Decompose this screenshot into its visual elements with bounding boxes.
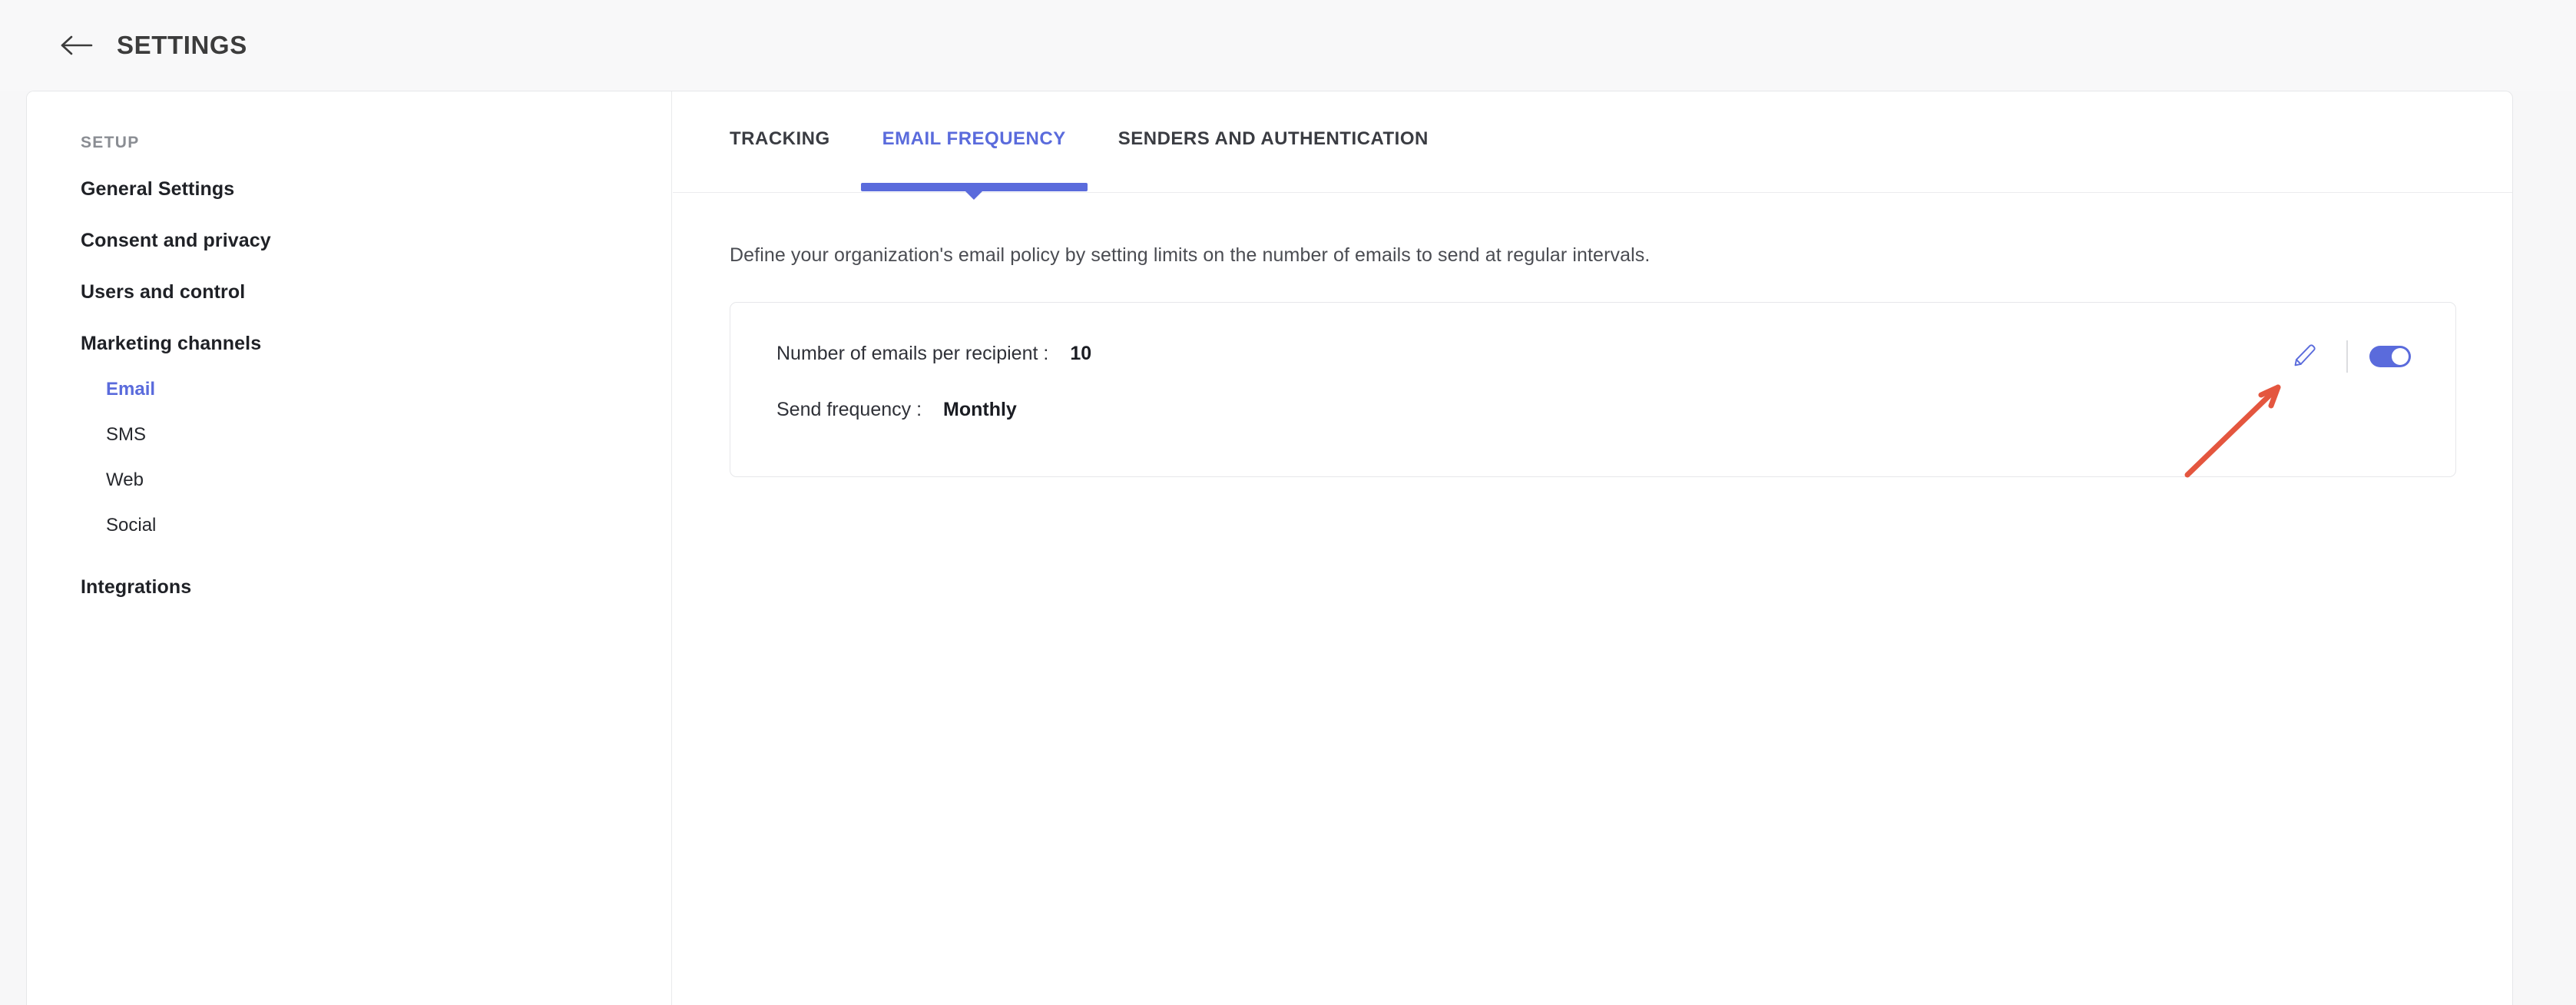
content-panel: SETUP General Settings Consent and priva… (26, 91, 2513, 1005)
email-frequency-card: Number of emails per recipient : 10 Send… (730, 302, 2456, 477)
policy-row-label: Send frequency : (776, 399, 922, 420)
sidebar-item-social[interactable]: Social (27, 508, 671, 542)
tab-label: EMAIL FREQUENCY (882, 128, 1066, 149)
controls-divider (2346, 340, 2348, 373)
page-title: SETTINGS (117, 31, 247, 59)
sidebar-item-label: Integrations (81, 576, 192, 598)
sidebar-item-label: Consent and privacy (81, 230, 271, 251)
tab-email-frequency[interactable]: EMAIL FREQUENCY (860, 128, 1088, 200)
tab-tracking[interactable]: TRACKING (730, 128, 830, 187)
sidebar-item-consent-and-privacy[interactable]: Consent and privacy (27, 224, 671, 258)
policy-row-value: 10 (1070, 343, 1092, 364)
policy-card-controls (2286, 338, 2411, 375)
sidebar-item-integrations[interactable]: Integrations (27, 570, 671, 605)
sidebar-subitem-label: Email (106, 378, 156, 400)
sidebar-item-label: Users and control (81, 281, 246, 303)
sidebar-item-general-settings[interactable]: General Settings (27, 172, 671, 207)
tab-label: SENDERS AND AUTHENTICATION (1117, 128, 1429, 149)
tab-bar: TRACKING EMAIL FREQUENCY SENDERS AND AUT… (673, 91, 2512, 200)
policy-description: Define your organization's email policy … (730, 244, 1651, 266)
settings-content: TRACKING EMAIL FREQUENCY SENDERS AND AUT… (673, 91, 2512, 1005)
toggle-knob (2392, 348, 2409, 365)
arrow-left-icon (60, 34, 94, 57)
sidebar-item-web[interactable]: Web (27, 463, 671, 497)
pencil-edit-icon (2292, 342, 2318, 372)
sidebar-subitem-label: Web (106, 469, 144, 490)
sidebar-item-marketing-channels[interactable]: Marketing channels (27, 327, 671, 361)
sidebar-subitem-label: Social (106, 514, 157, 536)
sidebar-item-email[interactable]: Email (27, 372, 671, 406)
page-header: SETTINGS (0, 0, 2576, 91)
sidebar-section-label: SETUP (81, 134, 140, 151)
policy-row-emails-per-recipient: Number of emails per recipient : 10 (776, 343, 1091, 371)
email-frequency-toggle[interactable] (2369, 346, 2411, 367)
edit-policy-button[interactable] (2286, 338, 2323, 375)
settings-page: SETTINGS SETUP General Settings Consent … (0, 0, 2576, 1005)
policy-row-value: Monthly (943, 399, 1017, 420)
sidebar-nav-list: General Settings Consent and privacy Use… (27, 172, 671, 605)
tab-label: TRACKING (730, 128, 830, 149)
sidebar-item-label: General Settings (81, 178, 235, 200)
sidebar-item-label: Marketing channels (81, 333, 262, 354)
sidebar-item-sms[interactable]: SMS (27, 417, 671, 452)
settings-sidebar: SETUP General Settings Consent and priva… (27, 91, 672, 1005)
sidebar-item-users-and-control[interactable]: Users and control (27, 275, 671, 310)
policy-row-label: Number of emails per recipient : (776, 343, 1049, 364)
policy-rows: Number of emails per recipient : 10 Send… (776, 343, 1091, 427)
tab-senders-and-authentication[interactable]: SENDERS AND AUTHENTICATION (1118, 128, 1429, 187)
sidebar-subitem-label: SMS (106, 423, 147, 445)
back-button[interactable] (57, 25, 97, 65)
policy-row-send-frequency: Send frequency : Monthly (776, 399, 1091, 427)
tab-active-notch (964, 190, 985, 200)
